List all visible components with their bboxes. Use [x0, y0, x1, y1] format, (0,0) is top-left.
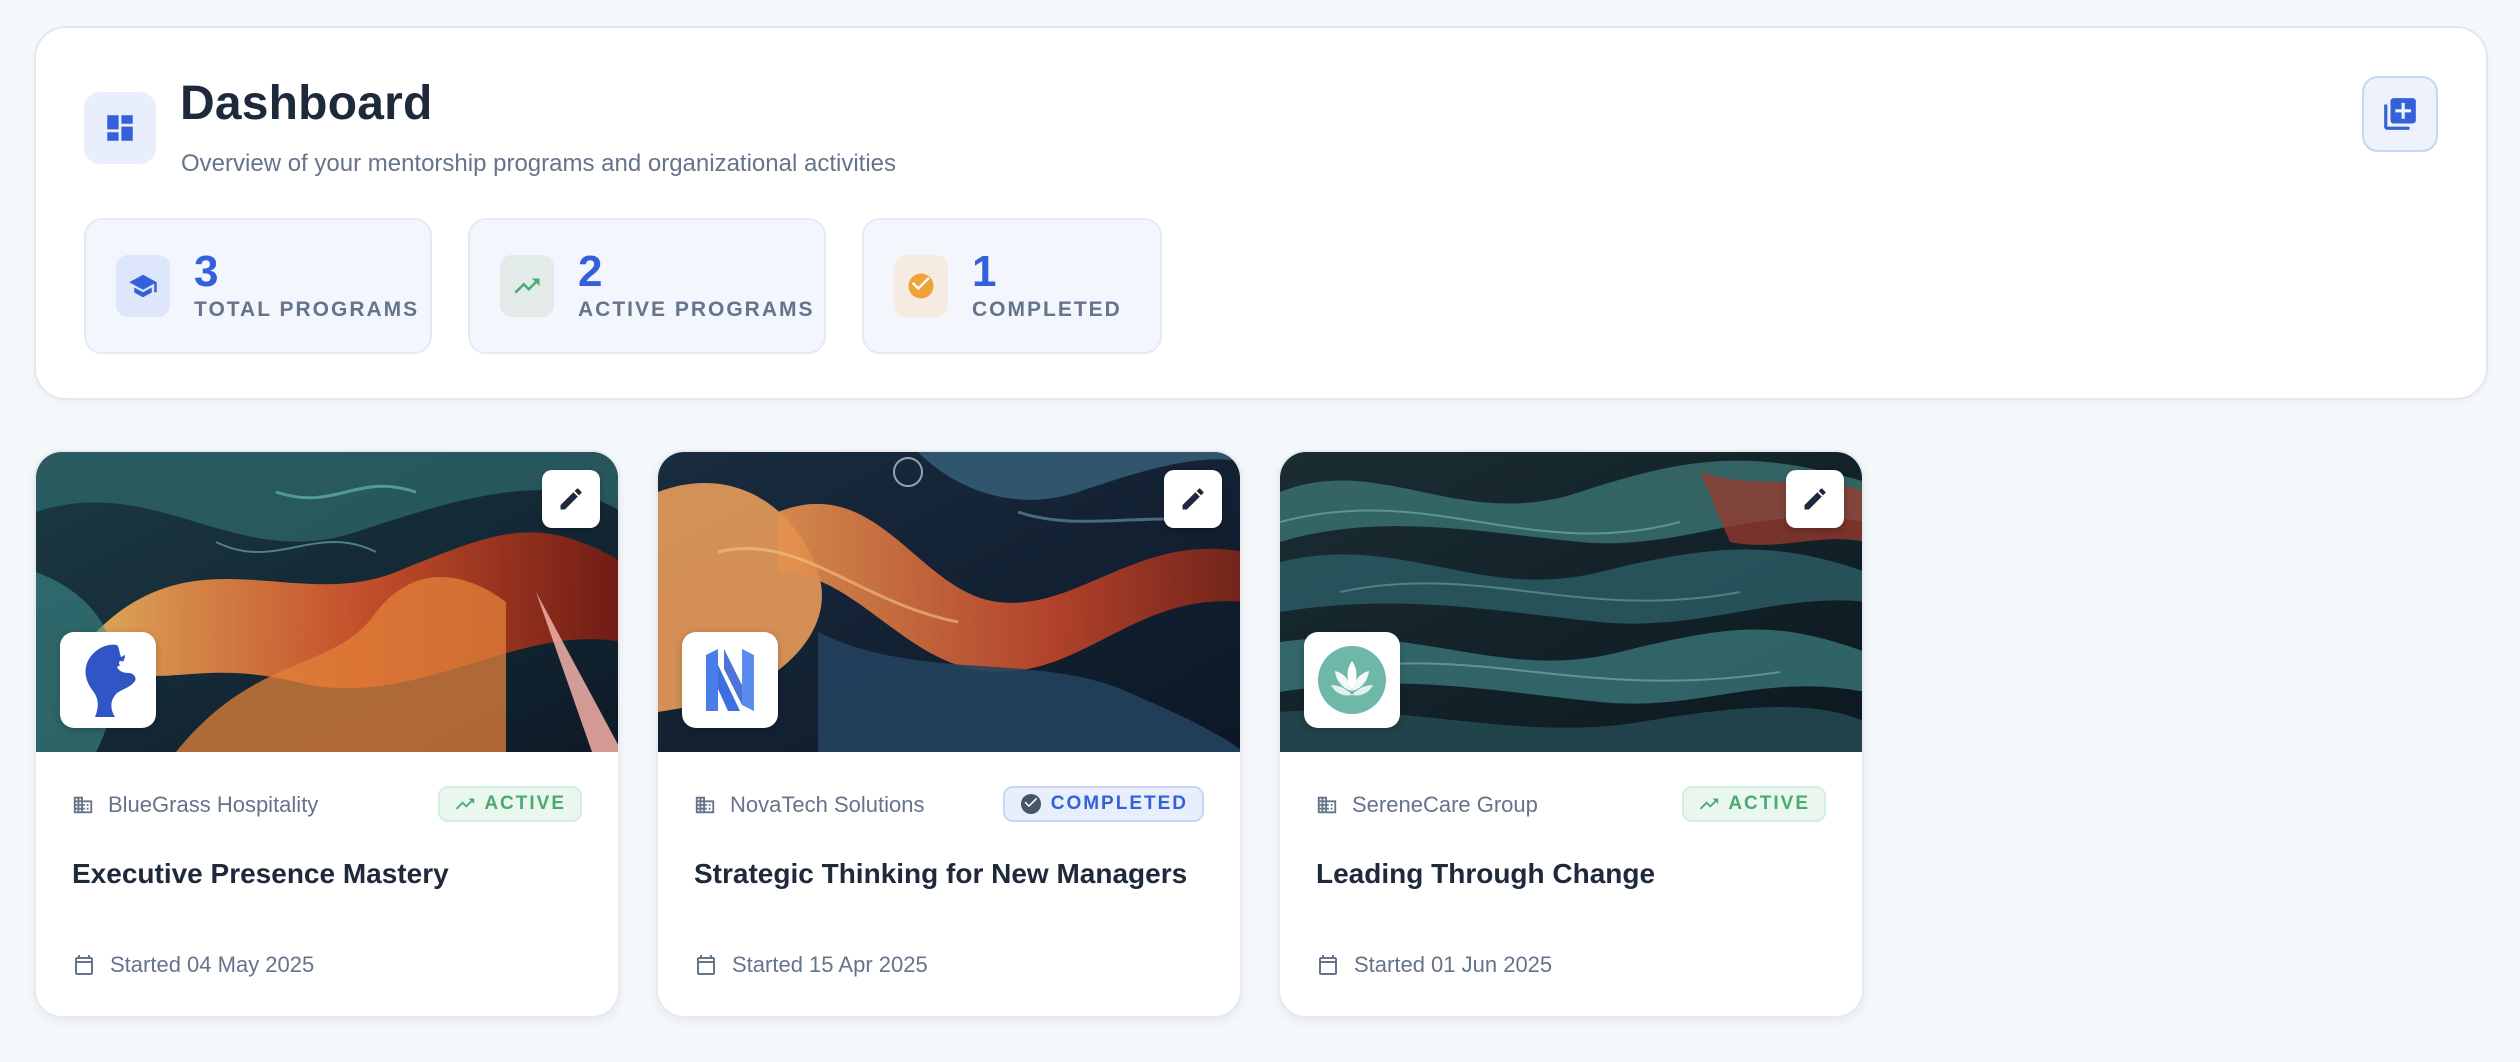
start-date-row: Started 01 Jun 2025 [1316, 952, 1552, 978]
stats-row: 3 TOTAL PROGRAMS 2 ACTIVE PROGRAMS 1 COM… [84, 218, 1162, 354]
status-badge: ACTIVE [438, 786, 582, 822]
status-badge: ACTIVE [1682, 786, 1826, 822]
stat-completed: 1 COMPLETED [862, 218, 1162, 354]
start-date: Started 04 May 2025 [110, 952, 315, 977]
calendar-icon [1319, 955, 1337, 975]
start-date-row: Started 15 Apr 2025 [694, 952, 928, 978]
building-icon [1317, 796, 1337, 814]
program-card[interactable]: NovaTech Solutions COMPLETED Strategic T… [656, 450, 1242, 1018]
stat-total-programs: 3 TOTAL PROGRAMS [84, 218, 432, 354]
horse-logo [60, 632, 156, 728]
add-program-button[interactable] [2362, 76, 2438, 152]
stat-label: TOTAL PROGRAMS [194, 298, 420, 321]
check-circle-icon [894, 255, 948, 317]
stat-active-programs: 2 ACTIVE PROGRAMS [468, 218, 826, 354]
stat-value: 3 [194, 247, 219, 296]
page-title: Dashboard [180, 77, 433, 130]
edit-button[interactable] [1164, 470, 1222, 528]
stat-label: COMPLETED [972, 298, 1122, 321]
organization-row: NovaTech Solutions [694, 792, 924, 818]
organization-name: NovaTech Solutions [730, 792, 925, 817]
n-letter-logo [682, 632, 778, 728]
trending-up-icon [456, 798, 475, 810]
stat-label: ACTIVE PROGRAMS [578, 298, 815, 321]
stat-value: 2 [578, 247, 603, 296]
trending-up-icon [1700, 798, 1719, 810]
pencil-icon [560, 488, 582, 510]
edit-button[interactable] [1786, 470, 1844, 528]
status-label: ACTIVE [484, 793, 566, 814]
calendar-icon [697, 955, 715, 975]
start-date: Started 15 Apr 2025 [732, 952, 928, 977]
organization-row: BlueGrass Hospitality [72, 792, 318, 818]
organization-name: BlueGrass Hospitality [108, 792, 319, 817]
trending-up-icon [500, 255, 554, 317]
status-label: ACTIVE [1728, 793, 1810, 814]
program-title[interactable]: Leading Through Change [1316, 858, 1655, 890]
edit-button[interactable] [542, 470, 600, 528]
program-title[interactable]: Executive Presence Mastery [72, 858, 449, 890]
add-box-icon [2384, 98, 2416, 130]
program-card[interactable]: BlueGrass Hospitality ACTIVE Executive P… [34, 450, 620, 1018]
check-circle-icon [1020, 794, 1041, 814]
dashboard-icon [84, 92, 156, 164]
status-label: COMPLETED [1050, 793, 1188, 814]
start-date: Started 01 Jun 2025 [1354, 952, 1553, 977]
pencil-icon [1804, 488, 1826, 510]
program-card[interactable]: SereneCare Group ACTIVE Leading Through … [1278, 450, 1864, 1018]
dashboard-header-card: Dashboard Overview of your mentorship pr… [34, 26, 2488, 400]
graduation-cap-icon [116, 255, 170, 317]
pencil-icon [1182, 488, 1204, 510]
program-title[interactable]: Strategic Thinking for New Managers [694, 858, 1187, 890]
building-icon [695, 796, 715, 814]
building-icon [73, 796, 93, 814]
lotus-logo [1304, 632, 1400, 728]
start-date-row: Started 04 May 2025 [72, 952, 314, 978]
status-badge: COMPLETED [1002, 786, 1204, 822]
organization-row: SereneCare Group [1316, 792, 1538, 818]
stat-value: 1 [972, 247, 997, 296]
calendar-icon [75, 955, 93, 975]
organization-name: SereneCare Group [1352, 792, 1538, 817]
page-subtitle: Overview of your mentorship programs and… [181, 150, 896, 177]
